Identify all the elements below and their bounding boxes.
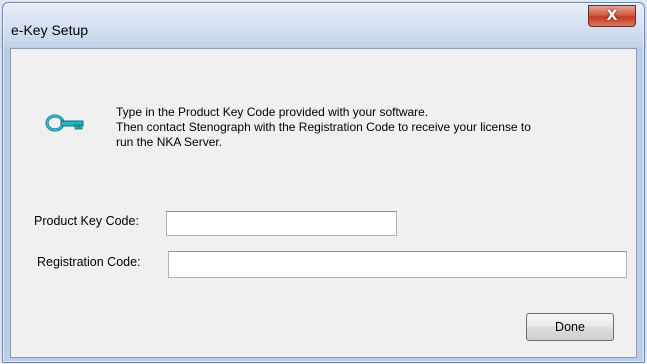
instructions-line: run the NKA Server. <box>116 135 223 149</box>
title-bar: e-Key Setup X <box>3 3 644 47</box>
product-key-input[interactable] <box>166 211 397 236</box>
close-icon: X <box>606 8 618 24</box>
dialog-body: Type in the Product Key Code provided wi… <box>10 48 637 358</box>
instructions-text: Type in the Product Key Code provided wi… <box>116 105 626 150</box>
instructions-line: Then contact Stenograph with the Registr… <box>116 120 531 134</box>
registration-code-label: Registration Code: <box>37 255 141 269</box>
instructions-line: Type in the Product Key Code provided wi… <box>116 105 429 119</box>
window-title: e-Key Setup <box>11 22 89 38</box>
key-icon <box>45 114 84 132</box>
product-key-label: Product Key Code: <box>34 214 139 228</box>
close-button[interactable]: X <box>588 5 636 27</box>
registration-code-input[interactable] <box>168 251 627 278</box>
done-button[interactable]: Done <box>526 313 614 341</box>
ekey-setup-dialog: e-Key Setup X Type in the Product Key Co… <box>2 2 645 363</box>
